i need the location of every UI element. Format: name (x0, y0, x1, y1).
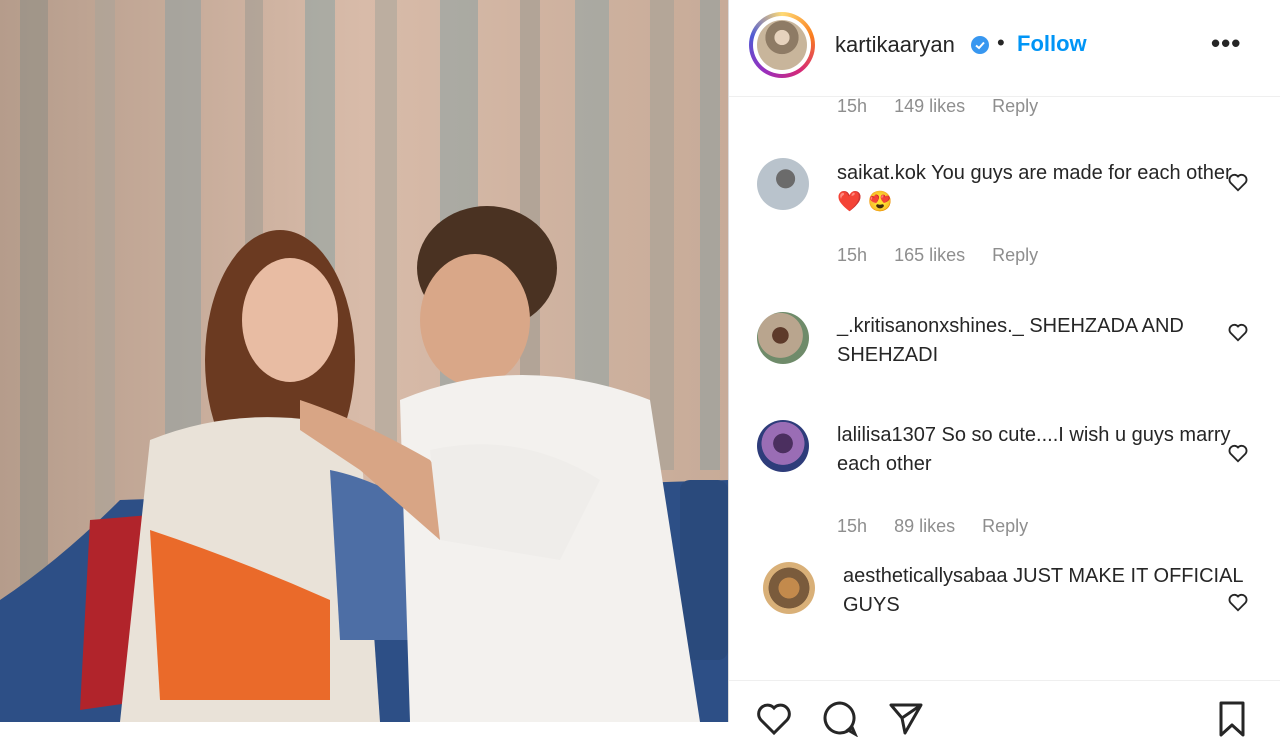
more-options-button[interactable]: ••• (1211, 28, 1241, 59)
comment-4: aestheticallysabaa JUST MAKE IT OFFICIAL… (843, 562, 1243, 620)
post-actions-bar (729, 680, 1280, 737)
comment-reply-button[interactable]: Reply (982, 516, 1028, 536)
post-header: kartikaaryan • Follow ••• (729, 0, 1280, 97)
comment-time: 15h (837, 516, 868, 536)
comment-reply-button[interactable]: Reply (992, 96, 1038, 116)
comment-time: 15h (837, 96, 868, 116)
like-comment-heart-icon[interactable] (1227, 321, 1249, 343)
comments-panel: kartikaaryan • Follow ••• 15h 149 likes … (728, 0, 1280, 737)
story-avatar[interactable] (749, 12, 815, 78)
post-username[interactable]: kartikaaryan (835, 32, 955, 58)
commenter-avatar[interactable] (763, 562, 815, 614)
comment-icon[interactable] (821, 699, 859, 737)
comment-1: saikat.kok You guys are made for each ot… (837, 159, 1237, 217)
commenter-username[interactable]: lalilisa1307 (837, 424, 936, 446)
like-comment-heart-icon[interactable] (1227, 442, 1249, 464)
follow-button[interactable]: Follow (1017, 31, 1087, 57)
comment-2: _.kritisanonxshines._ SHEHZADA AND SHEHZ… (837, 312, 1237, 370)
comment-likes[interactable]: 149 likes (894, 96, 965, 116)
commenter-username[interactable]: aestheticallysabaa (843, 565, 1008, 587)
comment-3: lalilisa1307 So so cute....I wish u guys… (837, 421, 1237, 479)
like-comment-heart-icon[interactable] (1227, 591, 1249, 613)
like-post-heart-icon[interactable] (755, 699, 793, 737)
save-bookmark-icon[interactable] (1213, 699, 1251, 737)
post-photo-image (0, 0, 728, 722)
comment-time: 15h (837, 245, 868, 265)
comment-likes[interactable]: 165 likes (894, 245, 965, 265)
commenter-avatar[interactable] (757, 420, 809, 472)
commenter-username[interactable]: saikat.kok (837, 162, 926, 184)
comment-meta-1: 15h 165 likes Reply (837, 245, 1060, 266)
like-comment-heart-icon[interactable] (1227, 171, 1249, 193)
share-paper-plane-icon[interactable] (887, 699, 925, 737)
comment-meta-3: 15h 89 likes Reply (837, 516, 1050, 537)
header-separator: • (997, 30, 1005, 55)
comment-likes[interactable]: 89 likes (894, 516, 955, 536)
commenter-avatar[interactable] (757, 158, 809, 210)
comment-reply-button[interactable]: Reply (992, 245, 1038, 265)
commenter-username[interactable]: _.kritisanonxshines._ (837, 315, 1024, 337)
verified-badge-icon (971, 36, 989, 54)
instagram-post: kartikaaryan • Follow ••• 15h 149 likes … (0, 0, 1280, 737)
post-photo[interactable] (0, 0, 728, 722)
comment-meta-0: 15h 149 likes Reply (837, 96, 1060, 117)
commenter-avatar[interactable] (757, 312, 809, 364)
